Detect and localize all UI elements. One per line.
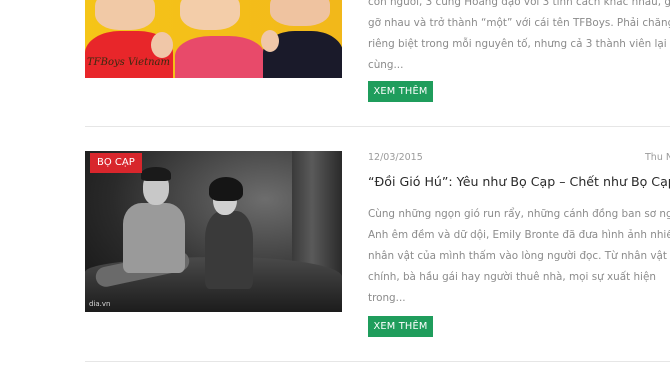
- excerpt-line: trong...: [368, 292, 406, 304]
- excerpt-line: gỡ nhau và trở thành “một” với cái tên T…: [368, 17, 670, 29]
- man-body-figure: [123, 203, 185, 273]
- hand-1: [151, 32, 173, 58]
- excerpt-line: riêng biệt trong mỗi nguyên tố, nhưng cả…: [368, 38, 667, 50]
- excerpt-line: cùng...: [368, 59, 404, 71]
- hand-2: [261, 30, 279, 52]
- post-author[interactable]: Thu N: [645, 152, 670, 163]
- thumbnail-caption: TFBoys Vietnam: [87, 57, 171, 68]
- kid-2-figure: [180, 0, 240, 30]
- divider: [85, 361, 670, 362]
- article-1-excerpt: con người, 3 cung Hoàng đạo với 3 tính c…: [368, 0, 670, 76]
- woman-hair-figure: [209, 177, 243, 201]
- divider: [85, 126, 670, 127]
- article-2-read-more-button[interactable]: XEM THÊM: [368, 316, 433, 337]
- kid-2-shirt: [175, 36, 265, 78]
- thumbnail-watermark: dia.vn: [89, 300, 111, 308]
- kid-3-figure: [270, 0, 330, 26]
- excerpt-line: con người, 3 cung Hoàng đạo với 3 tính c…: [368, 0, 670, 8]
- article-list: TFBoys Vietnam con người, 3 cung Hoàng đ…: [0, 0, 670, 377]
- man-hair-figure: [141, 167, 171, 181]
- article-2-title-link[interactable]: “Đồi Gió Hú”: Yêu như Bọ Cạp – Chết như …: [368, 174, 670, 189]
- excerpt-line: Anh êm đềm và dữ dội, Emily Bronte đã đư…: [368, 229, 670, 241]
- excerpt-line: nhân vật của mình thấm vào lòng người đọ…: [368, 250, 667, 262]
- article-2-excerpt: Cùng những ngọn gió run rẩy, những cánh …: [368, 204, 670, 309]
- article-2-thumbnail[interactable]: dia.vn: [85, 151, 342, 312]
- category-badge[interactable]: BỌ CẠP: [90, 153, 142, 173]
- excerpt-line: Cùng những ngọn gió run rẩy, những cánh …: [368, 208, 670, 220]
- kid-1-figure: [95, 0, 155, 30]
- excerpt-line: chính, bà hầu gái hay người thuê nhà, mọ…: [368, 271, 656, 283]
- article-1-thumbnail[interactable]: TFBoys Vietnam: [85, 0, 342, 78]
- woman-body-figure: [205, 211, 253, 289]
- post-date: 12/03/2015: [368, 152, 423, 163]
- article-1-read-more-button[interactable]: XEM THÊM: [368, 81, 433, 102]
